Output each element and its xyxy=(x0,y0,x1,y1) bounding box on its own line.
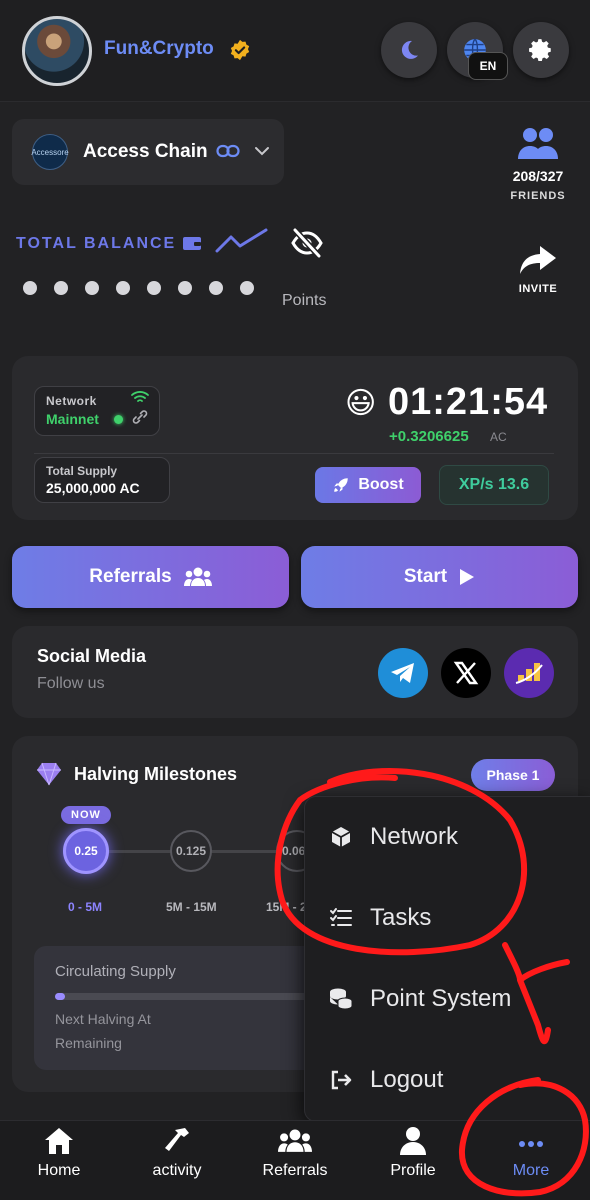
nav-label: activity xyxy=(152,1162,202,1179)
online-status-dot xyxy=(114,415,123,424)
friends-label: FRIENDS xyxy=(510,190,566,202)
trend-line-icon xyxy=(215,228,268,253)
coins-icon xyxy=(328,986,354,1012)
chain-logo: Accessore xyxy=(31,134,69,170)
menu-item-point-system[interactable]: Point System xyxy=(304,959,590,1039)
boost-button[interactable]: Boost xyxy=(315,467,421,503)
language-code: EN xyxy=(468,52,508,80)
theme-toggle-button[interactable] xyxy=(381,22,437,78)
milestone-node: 0.125 xyxy=(170,830,212,872)
nav-more[interactable]: More xyxy=(476,1126,586,1196)
boost-label: Boost xyxy=(358,476,404,493)
start-button[interactable]: Start xyxy=(301,546,578,608)
remaining-label: Remaining xyxy=(55,1035,122,1051)
users-icon xyxy=(278,1129,312,1152)
wallet-icon xyxy=(183,237,201,250)
menu-item-tasks[interactable]: Tasks xyxy=(304,878,590,958)
nav-label: More xyxy=(512,1162,550,1179)
rocket-icon xyxy=(334,478,349,492)
diamond-icon xyxy=(37,762,61,786)
chain-link-icon xyxy=(132,410,148,424)
card-divider xyxy=(34,453,554,454)
start-button-label: Start xyxy=(403,566,448,587)
nav-activity[interactable]: activity xyxy=(122,1126,232,1196)
user-icon xyxy=(400,1127,426,1155)
invite-label[interactable]: INVITE xyxy=(508,283,568,295)
moon-icon xyxy=(401,40,418,59)
x-twitter-icon[interactable] xyxy=(441,648,491,698)
next-halving-label: Next Halving At xyxy=(55,1011,151,1027)
social-media-card xyxy=(12,626,578,718)
checklist-icon xyxy=(328,905,354,931)
telegram-icon[interactable] xyxy=(378,648,428,698)
cube-icon xyxy=(328,824,354,850)
nav-referrals[interactable]: Referrals xyxy=(240,1126,350,1196)
friends-count: 208/327 xyxy=(512,168,564,184)
logout-icon xyxy=(328,1067,354,1093)
earned-value: +0.3206625 xyxy=(389,428,469,445)
xp-rate-badge: XP/s 13.6 xyxy=(439,465,549,505)
smiley-emoji: 😃 xyxy=(345,387,377,420)
total-supply-value: 25,000,000 AC xyxy=(46,480,140,496)
menu-item-network[interactable]: Network xyxy=(304,797,590,877)
hidden-balance-dots xyxy=(23,281,254,295)
more-icon xyxy=(519,1141,543,1147)
circulating-progress-fill xyxy=(55,993,66,1000)
circulating-supply-label: Circulating Supply xyxy=(55,963,176,980)
users-icon xyxy=(183,567,212,586)
play-icon xyxy=(460,569,475,585)
earned-unit: AC xyxy=(490,430,507,444)
nav-label: Referrals xyxy=(262,1162,328,1179)
nav-label: Profile xyxy=(390,1162,436,1179)
milestone-range: 5M - 15M xyxy=(166,900,217,914)
menu-item-label: Logout xyxy=(370,1066,444,1093)
nav-label: Home xyxy=(37,1162,81,1179)
wifi-icon xyxy=(131,391,149,402)
app-logo-icon[interactable] xyxy=(504,648,554,698)
social-media-title: Social Media xyxy=(37,646,147,666)
hammer-icon xyxy=(165,1128,189,1151)
settings-button[interactable] xyxy=(513,22,569,78)
home-icon xyxy=(45,1128,73,1154)
username[interactable]: Fun&Crypto xyxy=(104,38,214,60)
chain-name: Access Chain xyxy=(83,141,208,162)
menu-item-label: Network xyxy=(370,823,459,850)
link-icon xyxy=(216,144,240,158)
menu-item-label: Point System xyxy=(370,985,512,1012)
share-arrow-icon[interactable] xyxy=(518,244,558,276)
network-value: Mainnet xyxy=(46,411,99,427)
referrals-button[interactable]: Referrals xyxy=(12,546,289,608)
chevron-down-icon[interactable] xyxy=(254,145,270,157)
eye-slash-icon[interactable] xyxy=(289,227,325,259)
avatar[interactable] xyxy=(22,16,92,86)
social-media-subtitle: Follow us xyxy=(37,675,105,692)
phase-badge: Phase 1 xyxy=(471,759,555,791)
menu-item-label: Tasks xyxy=(370,904,432,931)
milestone-range: 15M - 2 xyxy=(266,900,307,914)
mining-timer: 01:21:54 xyxy=(388,381,549,423)
nav-profile[interactable]: Profile xyxy=(358,1126,468,1196)
nav-home[interactable]: Home xyxy=(4,1126,114,1196)
friends-icon[interactable] xyxy=(516,126,560,162)
now-badge: NOW xyxy=(61,806,111,824)
gear-icon xyxy=(529,39,551,62)
referrals-button-label: Referrals xyxy=(89,566,172,587)
circulating-progress-track xyxy=(55,993,310,1000)
total-balance-label: TOTAL BALANCE xyxy=(16,235,177,252)
menu-item-logout[interactable]: Logout xyxy=(304,1040,590,1120)
verified-badge-icon xyxy=(230,39,250,61)
total-supply-label: Total Supply xyxy=(46,464,118,478)
milestone-node-current: 0.25 xyxy=(63,828,109,874)
balance-unit: Points xyxy=(282,292,327,309)
halving-title: Halving Milestones xyxy=(74,764,238,784)
network-label: Network xyxy=(46,394,97,408)
milestone-range: 0 - 5M xyxy=(68,900,103,914)
